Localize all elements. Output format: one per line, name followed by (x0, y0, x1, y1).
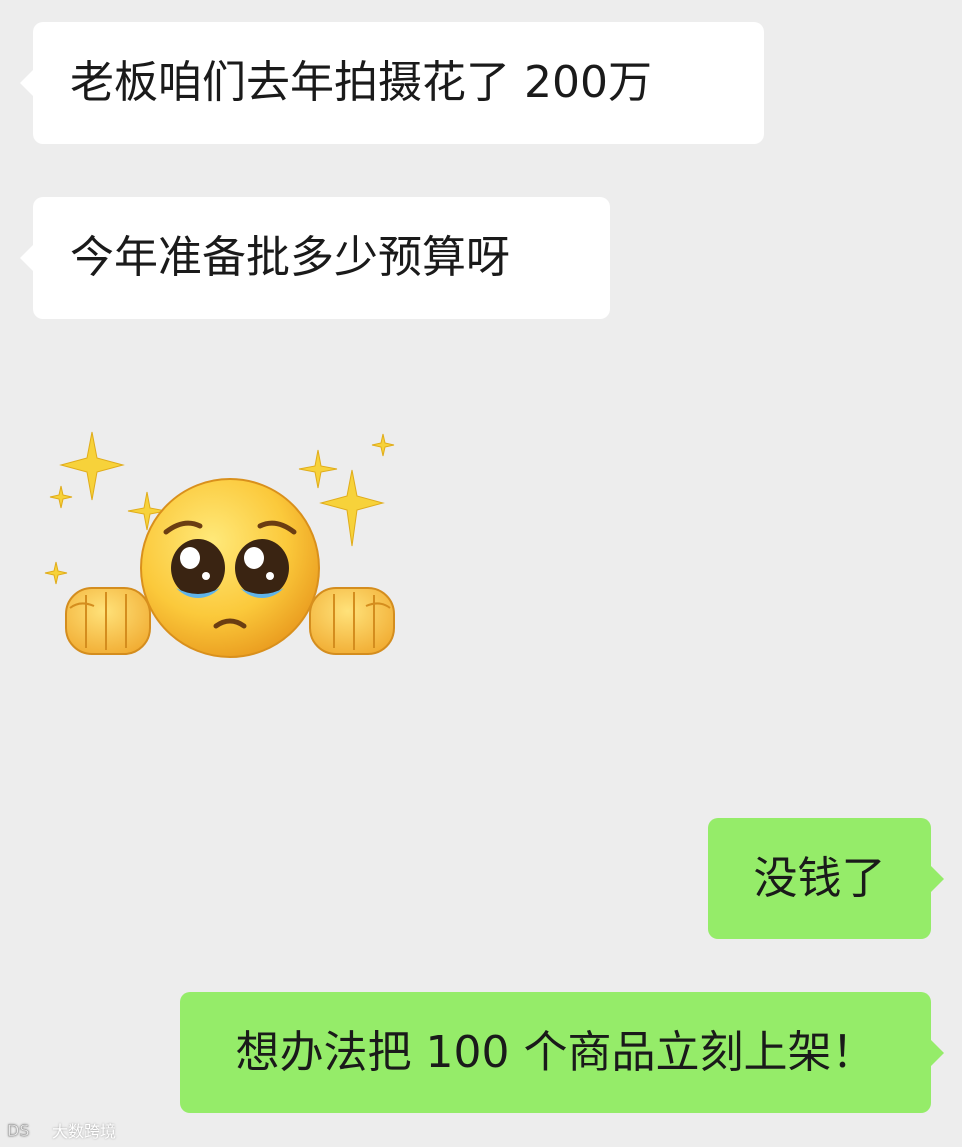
incoming-message-bubble[interactable]: 今年准备批多少预算呀 (20, 197, 610, 319)
watermark: DS 大数跨境 (6, 1118, 116, 1142)
message-text: 没钱了 (753, 852, 886, 904)
incoming-message-bubble[interactable]: 老板咱们去年拍摄花了 200万 (20, 22, 764, 144)
svg-text:DS: DS (7, 1121, 29, 1140)
watermark-text: 大数跨境 (52, 1122, 117, 1141)
pleading-face-fists-sparkles-icon (44, 431, 395, 658)
pleading-face-icon (140, 478, 320, 658)
outgoing-message-bubble[interactable]: 想办法把 100 个商品立刻上架！ (180, 992, 944, 1113)
outgoing-message-bubble[interactable]: 没钱了 (708, 818, 944, 939)
fist-icon (65, 587, 151, 655)
message-text: 想办法把 100 个商品立刻上架！ (235, 1026, 876, 1078)
watermark-logo-icon: DS (7, 1121, 30, 1140)
pleading-face-sticker[interactable] (40, 420, 400, 670)
message-text: 老板咱们去年拍摄花了 200万 (70, 57, 652, 108)
message-text: 今年准备批多少预算呀 (70, 232, 510, 283)
fist-icon (309, 587, 395, 655)
